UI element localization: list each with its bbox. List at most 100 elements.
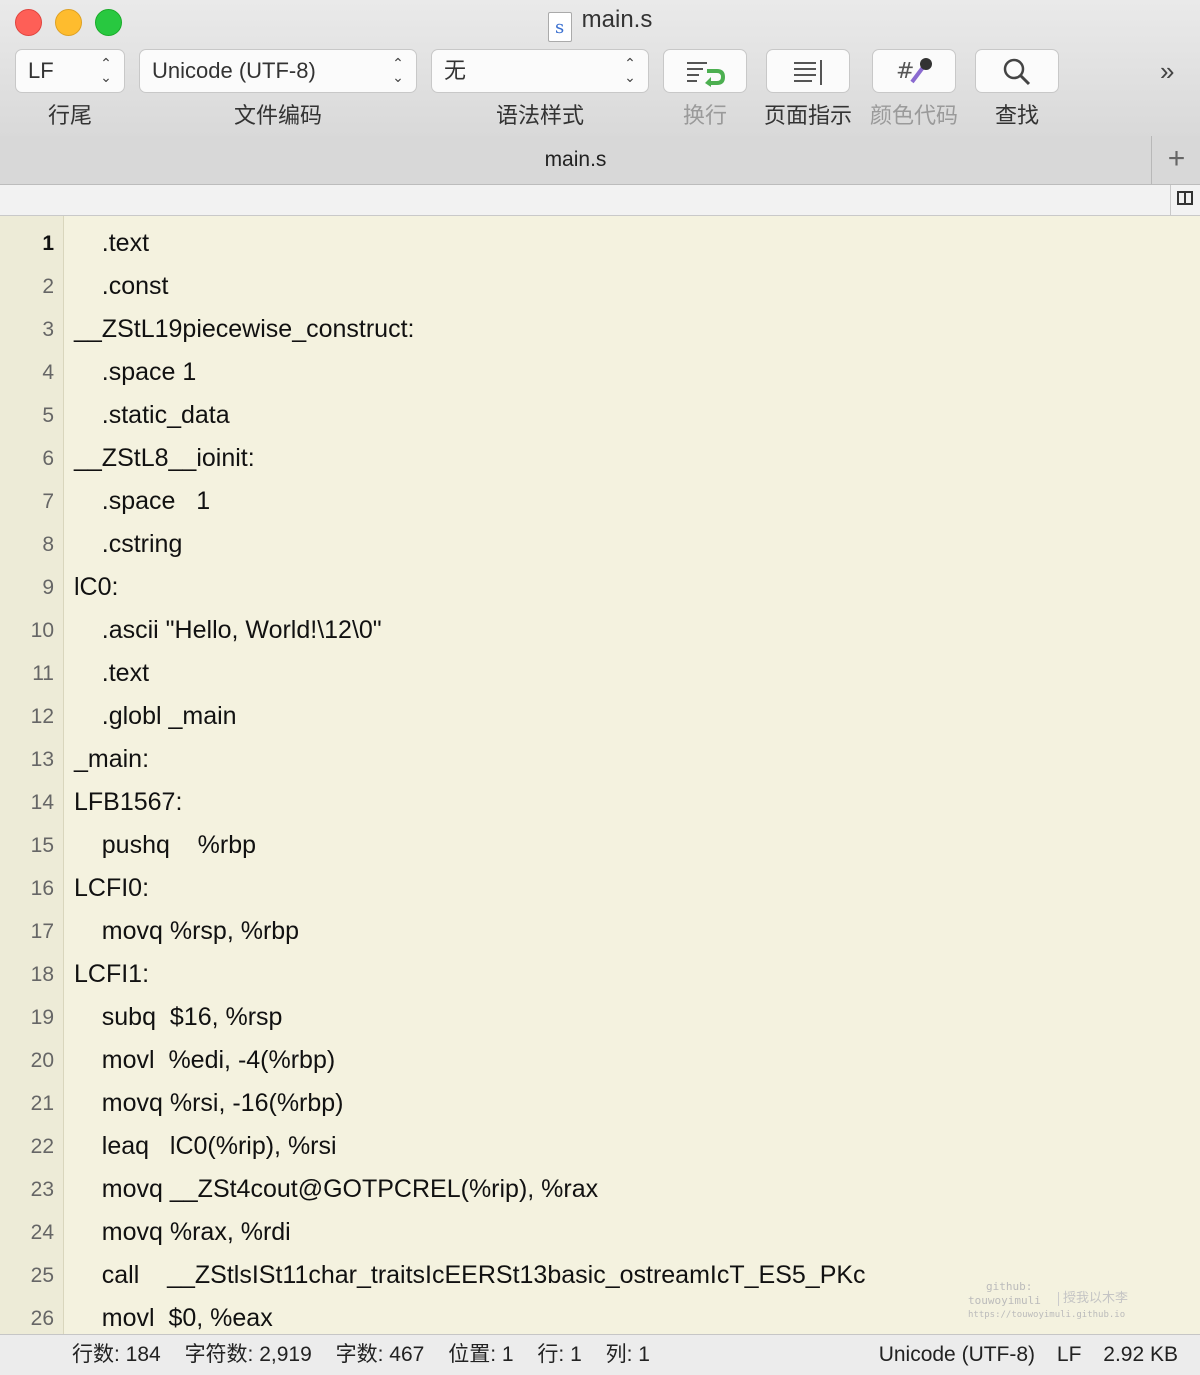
line-number: 10 [30, 619, 54, 642]
tab-bar: main.s + [0, 136, 1200, 185]
status-file-size: 2.92 KB [1103, 1343, 1178, 1366]
line-number: 17 [30, 920, 54, 943]
code-text: LCFI1: [74, 960, 150, 988]
updown-chevron-icon: ⌃ ⌄ [624, 55, 636, 85]
line-ending-value: LF [28, 58, 54, 83]
code-line[interactable]: 18 LCFI1: [0, 953, 1200, 996]
line-ending-label: 行尾 [47, 103, 92, 128]
title-toolbar: s main.s LF ⌃ ⌄ 行尾 Unicode (UTF-8) ⌃ ⌄ 文件编码… [0, 0, 1200, 137]
line-number: 23 [30, 1178, 54, 1201]
line-ending-select[interactable]: LF ⌃ ⌄ [15, 49, 125, 93]
code-line[interactable]: 19 subq $16, %rsp [0, 996, 1200, 1039]
code-line[interactable]: 16 LCFI0: [0, 867, 1200, 910]
code-line[interactable]: 4 .space 1 [0, 351, 1200, 394]
wrap-button[interactable] [663, 49, 747, 93]
status-row: 行: 1 [537, 1343, 582, 1366]
code-line[interactable]: 7 .space 1 [0, 480, 1200, 523]
code-text: .space 1 [74, 487, 211, 515]
code-line[interactable]: 3 __ZStL19piecewise_construct: [0, 308, 1200, 351]
code-text: _main: [74, 745, 150, 773]
syntax-style-select[interactable]: 无 ⌃ ⌄ [431, 49, 649, 93]
code-text: leaq lC0(%rip), %rsi [74, 1132, 337, 1160]
code-line[interactable]: 8 .cstring [0, 523, 1200, 566]
code-line[interactable]: 1 .text [0, 222, 1200, 265]
line-number: 12 [30, 705, 54, 728]
code-line[interactable]: 10 .ascii "Hello, World!\12\0" [0, 609, 1200, 652]
code-text: __ZStL8__ioinit: [74, 444, 255, 472]
wrap-lines-icon [687, 62, 726, 87]
page-guide-button[interactable] [766, 49, 850, 93]
line-number: 16 [30, 877, 54, 900]
code-line[interactable]: 23 movq __ZSt4cout@GOTPCREL(%rip), %rax [0, 1168, 1200, 1211]
status-left: 行数: 184 字符数: 2,919 字数: 467 位置: 1 行: 1 列:… [72, 1335, 668, 1375]
status-word-count: 字数: 467 [335, 1343, 425, 1366]
code-text: pushq %rbp [74, 831, 257, 859]
code-line[interactable]: 2 .const [0, 265, 1200, 308]
line-number: 15 [30, 834, 54, 857]
toolbar-overflow-icon[interactable]: » [1160, 56, 1174, 87]
code-line[interactable]: 21 movq %rsi, -16(%rbp) [0, 1082, 1200, 1125]
code-line[interactable]: 20 movl %edi, -4(%rbp) [0, 1039, 1200, 1082]
search-icon [1003, 58, 1031, 86]
updown-chevron-icon: ⌃ ⌄ [392, 55, 404, 85]
encoding-value: Unicode (UTF-8) [152, 58, 316, 83]
editor-top-strip [0, 185, 1200, 216]
line-number: 2 [42, 275, 54, 298]
encoding-select[interactable]: Unicode (UTF-8) ⌃ ⌄ [139, 49, 417, 93]
line-number: 4 [42, 361, 54, 384]
line-number: 20 [30, 1049, 54, 1072]
color-code-label: 颜色代码 [869, 103, 958, 128]
code-line[interactable]: 12 .globl _main [0, 695, 1200, 738]
line-number: 24 [30, 1221, 54, 1244]
add-tab-icon[interactable]: + [1153, 136, 1200, 184]
code-line[interactable]: 13 _main: [0, 738, 1200, 781]
code-text: .text [74, 229, 150, 257]
line-number: 7 [42, 490, 54, 513]
status-line-count: 行数: 184 [72, 1343, 161, 1366]
watermark-cn: 授我以木李 [1058, 1292, 1128, 1306]
code-line[interactable]: 22 leaq lC0(%rip), %rsi [0, 1125, 1200, 1168]
window-title-text: main.s [581, 6, 653, 33]
syntax-style-label: 语法样式 [495, 103, 584, 128]
code-text: .space 1 [74, 358, 197, 386]
line-number: 26 [30, 1307, 54, 1330]
status-column: 列: 1 [605, 1343, 650, 1366]
code-text: .globl _main [74, 702, 237, 730]
line-number: 8 [42, 533, 54, 556]
code-text: call __ZStlsISt11char_traitsIcEERSt13bas… [74, 1261, 866, 1289]
code-line[interactable]: 6 __ZStL8__ioinit: [0, 437, 1200, 480]
code-text: movl $0, %eax [74, 1304, 273, 1332]
line-number: 11 [32, 662, 54, 685]
split-view-button[interactable] [1170, 185, 1200, 215]
window-title: s main.s [0, 6, 1200, 42]
tab-main-s[interactable]: main.s [0, 136, 1152, 184]
page-guide-icon [794, 60, 822, 85]
code-text: movq __ZSt4cout@GOTPCREL(%rip), %rax [74, 1175, 599, 1203]
code-line[interactable]: 11 .text [0, 652, 1200, 695]
color-code-button[interactable]: # [872, 49, 956, 93]
code-text: .const [74, 272, 169, 300]
status-right: Unicode (UTF-8) LF 2.92 KB [863, 1335, 1178, 1375]
code-line[interactable]: 15 pushq %rbp [0, 824, 1200, 867]
code-text: subq $16, %rsp [74, 1003, 283, 1031]
document-icon: s [547, 12, 572, 42]
line-number: 22 [30, 1135, 54, 1158]
find-button[interactable] [975, 49, 1059, 93]
code-line[interactable]: 14 LFB1567: [0, 781, 1200, 824]
code-text: movq %rax, %rdi [74, 1218, 291, 1246]
line-number: 9 [42, 576, 54, 599]
code-text: lC0: [74, 573, 119, 601]
code-line[interactable]: 24 movq %rax, %rdi [0, 1211, 1200, 1254]
line-number: 3 [42, 318, 54, 341]
text-editor[interactable]: 1 .text 2 .const 3 __ZStL19piecewise_constr… [0, 216, 1200, 1334]
status-encoding[interactable]: Unicode (UTF-8) [879, 1343, 1035, 1366]
status-line-ending[interactable]: LF [1057, 1343, 1082, 1366]
code-line[interactable]: 9 lC0: [0, 566, 1200, 609]
line-number: 14 [30, 791, 54, 814]
find-label: 查找 [994, 103, 1039, 128]
code-line[interactable]: 5 .static_data [0, 394, 1200, 437]
code-text: __ZStL19piecewise_construct: [74, 315, 415, 343]
code-text: .static_data [74, 401, 230, 429]
code-line[interactable]: 17 movq %rsp, %rbp [0, 910, 1200, 953]
code-text: LFB1567: [74, 788, 183, 816]
